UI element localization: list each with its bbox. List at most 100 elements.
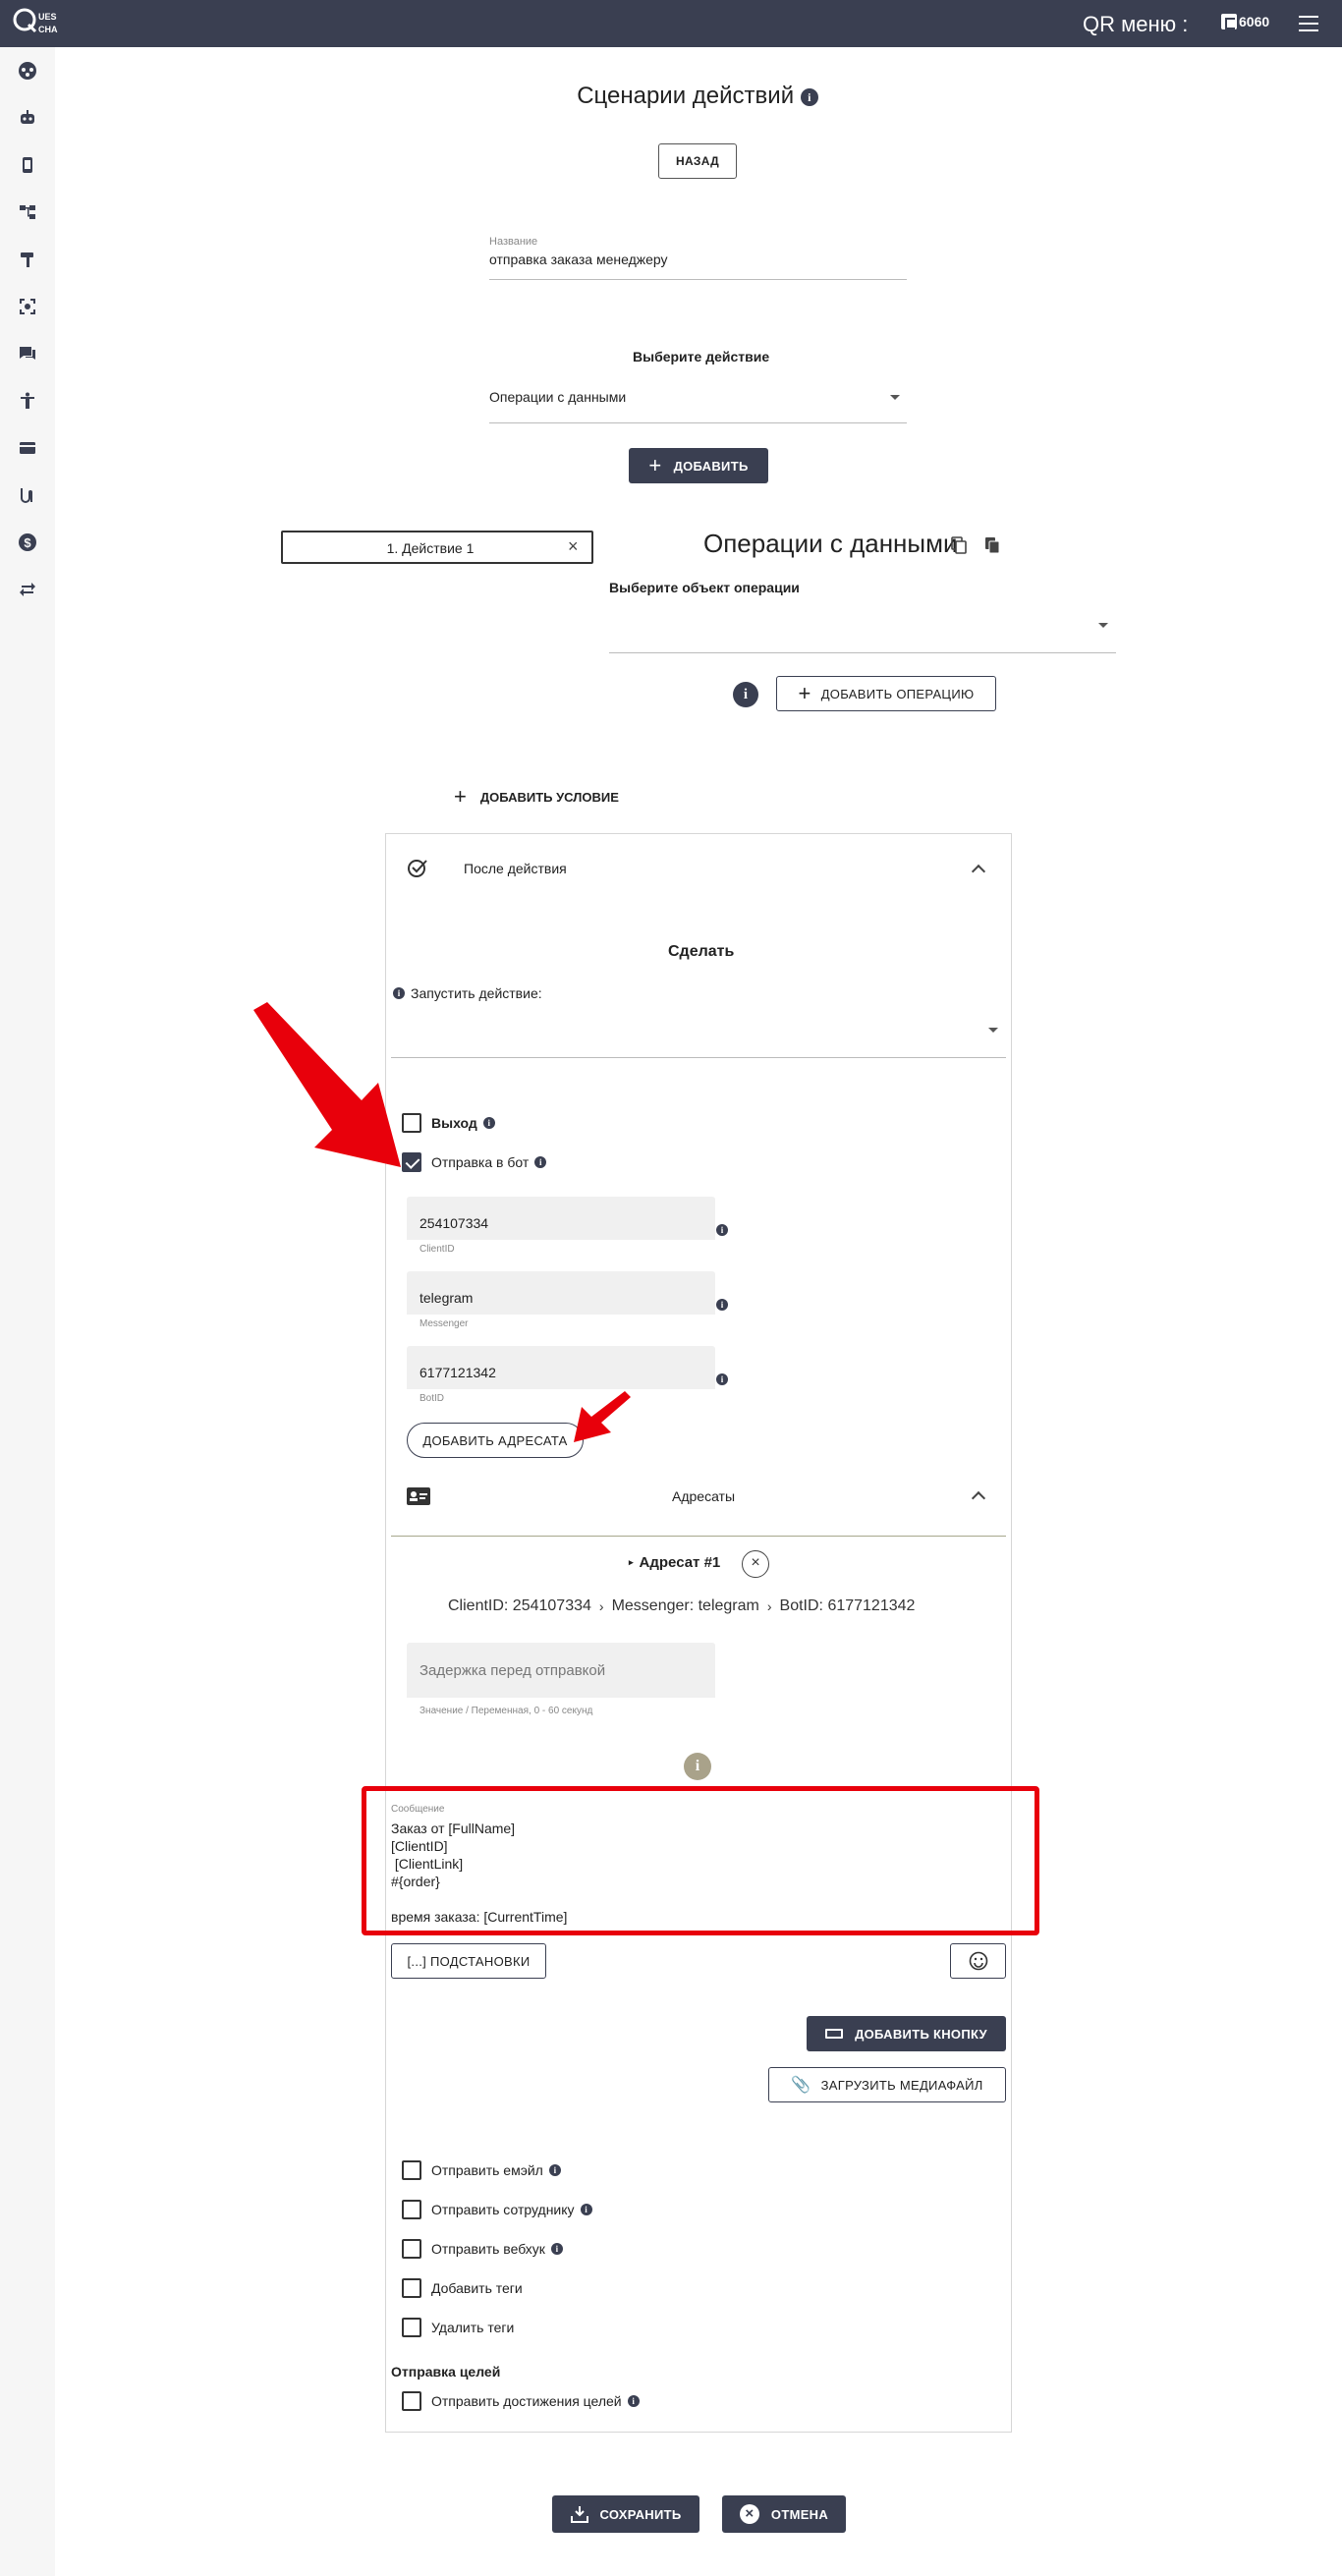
- paperclip-icon: 📎: [791, 2077, 811, 2094]
- send-webhook-text: Отправить вебхук: [431, 2241, 545, 2257]
- info-icon[interactable]: i: [716, 1299, 728, 1311]
- cancel-button[interactable]: × ОТМЕНА: [722, 2495, 846, 2533]
- send-webhook-label: Отправить вебхук i: [431, 2241, 563, 2257]
- swap-icon[interactable]: [16, 578, 39, 601]
- send-goals-checkbox[interactable]: [402, 2391, 421, 2411]
- balance-badge[interactable]: 6060: [1221, 14, 1269, 29]
- add-button-button[interactable]: ДОБАВИТЬ КНОПКУ: [807, 2016, 1006, 2051]
- add-button[interactable]: + ДОБАВИТЬ: [629, 448, 768, 483]
- add-tags-checkbox[interactable]: [402, 2278, 421, 2298]
- dollar-icon[interactable]: $: [16, 531, 39, 554]
- delay-hint: Значение / Переменная, 0 - 60 секунд: [419, 1706, 593, 1716]
- app-logo[interactable]: UES CHA: [12, 6, 71, 41]
- run-action-text: Запустить действие:: [411, 985, 542, 1001]
- info-icon[interactable]: i: [550, 2243, 563, 2255]
- remove-tags-label: Удалить теги: [431, 2320, 515, 2335]
- send-employee-checkbox[interactable]: [402, 2200, 421, 2219]
- info-icon[interactable]: i: [627, 2395, 640, 2407]
- client-id-label: ClientID: [419, 1244, 455, 1255]
- copy-icon[interactable]: [951, 536, 967, 554]
- info-icon[interactable]: i: [548, 2164, 561, 2176]
- plus-icon: +: [798, 681, 811, 705]
- recipients-header[interactable]: Адресаты: [672, 1488, 735, 1504]
- object-select-underline[interactable]: [609, 652, 1116, 653]
- action-tab-label: 1. Действие 1: [386, 540, 475, 556]
- plus-icon: +: [454, 784, 467, 809]
- info-icon[interactable]: i: [684, 1753, 711, 1780]
- send-webhook-checkbox[interactable]: [402, 2239, 421, 2259]
- scan-icon[interactable]: [16, 295, 39, 318]
- hammer-icon[interactable]: [16, 248, 39, 271]
- upload-media-button[interactable]: 📎 ЗАГРУЗИТЬ МЕДИАФАЙЛ: [768, 2067, 1006, 2102]
- info-icon[interactable]: i: [716, 1224, 728, 1236]
- section-title: Операции с данными: [703, 529, 958, 559]
- sidebar: $: [0, 47, 55, 2576]
- robot-icon[interactable]: [16, 106, 39, 130]
- recipient-title[interactable]: ▸ Адресат #1: [629, 1554, 720, 1571]
- info-icon[interactable]: i: [534, 1156, 547, 1168]
- info-icon[interactable]: i: [393, 987, 405, 999]
- paste-icon[interactable]: [984, 536, 1000, 554]
- svg-text:CHA: CHA: [38, 25, 58, 34]
- add-operation-button[interactable]: + ДОБАВИТЬ ОПЕРАЦИЮ: [776, 676, 996, 711]
- send-bot-label-text: Отправка в бот: [431, 1154, 530, 1170]
- smile-icon: [969, 1951, 987, 1971]
- chevron-down-icon[interactable]: [1098, 623, 1108, 628]
- qr-menu-title[interactable]: QR меню :: [1083, 12, 1188, 37]
- emoji-button[interactable]: [950, 1943, 1006, 1979]
- chevron-down-icon[interactable]: [988, 1028, 998, 1033]
- send-goals-label: Отправить достижения целей i: [431, 2393, 640, 2409]
- chevron-down-icon[interactable]: [890, 395, 900, 400]
- top-bar: UES CHA QR меню : 6060: [0, 0, 1342, 47]
- chevron-right-icon: ›: [766, 1598, 772, 1614]
- send-email-label: Отправить емэйл i: [431, 2162, 561, 2178]
- object-label: Выберите объект операции: [609, 580, 800, 595]
- action-tab[interactable]: 1. Действие 1 ×: [281, 531, 593, 564]
- plus-icon: +: [648, 453, 662, 477]
- select-action-dropdown[interactable]: Операции с данными: [489, 389, 626, 405]
- messenger-value: telegram: [419, 1290, 474, 1306]
- remove-tags-checkbox[interactable]: [402, 2318, 421, 2337]
- name-input[interactable]: отправка заказа менеджеру: [489, 252, 668, 267]
- cancel-circle-icon: ×: [739, 2504, 759, 2524]
- save-label: СОХРАНИТЬ: [599, 2506, 682, 2522]
- upload-media-label: ЗАГРУЗИТЬ МЕДИАФАЙЛ: [820, 2077, 983, 2093]
- chat-icon[interactable]: [16, 342, 39, 365]
- send-employee-label: Отправить сотруднику i: [431, 2202, 592, 2217]
- add-tags-label: Добавить теги: [431, 2280, 523, 2296]
- crumb-client: ClientID: 254107334: [448, 1597, 591, 1614]
- back-button[interactable]: НАЗАД: [658, 143, 737, 179]
- save-button[interactable]: СОХРАНИТЬ: [552, 2495, 699, 2533]
- send-email-checkbox[interactable]: [402, 2160, 421, 2180]
- hamburger-menu-icon[interactable]: [1299, 16, 1318, 31]
- select-action-underline: [489, 422, 907, 423]
- crumb-messenger: Messenger: telegram: [611, 1597, 759, 1614]
- add-condition-button[interactable]: + ДОБАВИТЬ УСЛОВИЕ: [454, 786, 619, 808]
- run-action-select[interactable]: [391, 1057, 1006, 1058]
- info-icon[interactable]: i: [716, 1373, 728, 1385]
- sitemap-icon[interactable]: [16, 200, 39, 224]
- info-icon[interactable]: i: [482, 1117, 495, 1129]
- send-bot-label: Отправка в бот i: [431, 1154, 547, 1170]
- remove-recipient-icon[interactable]: ×: [742, 1550, 769, 1578]
- close-icon[interactable]: ×: [568, 536, 579, 557]
- button-icon: [825, 2029, 844, 2039]
- info-icon[interactable]: i: [733, 682, 758, 707]
- svg-text:$: $: [24, 535, 31, 550]
- substitutions-button[interactable]: [...] ПОДСТАНОВКИ: [391, 1943, 546, 1979]
- mobile-icon[interactable]: [16, 153, 39, 177]
- route-icon[interactable]: [16, 483, 39, 507]
- accessibility-icon[interactable]: [16, 389, 39, 413]
- add-recipient-button[interactable]: ДОБАВИТЬ АДРЕСАТА: [407, 1423, 584, 1458]
- dashboard-icon[interactable]: [16, 59, 39, 83]
- add-button-label: ДОБАВИТЬ КНОПКУ: [855, 2026, 987, 2042]
- info-icon[interactable]: i: [800, 87, 818, 106]
- card-icon[interactable]: [16, 436, 39, 460]
- exit-label: Выход i: [431, 1115, 495, 1131]
- recipient-title-text: Адресат #1: [639, 1554, 721, 1571]
- info-icon[interactable]: i: [580, 2204, 592, 2215]
- crumb-bot: BotID: 6177121342: [779, 1597, 916, 1614]
- page-title: Сценарии действий i: [570, 83, 825, 110]
- after-action-header[interactable]: После действия: [464, 861, 567, 876]
- add-operation-label: ДОБАВИТЬ ОПЕРАЦИЮ: [820, 686, 975, 701]
